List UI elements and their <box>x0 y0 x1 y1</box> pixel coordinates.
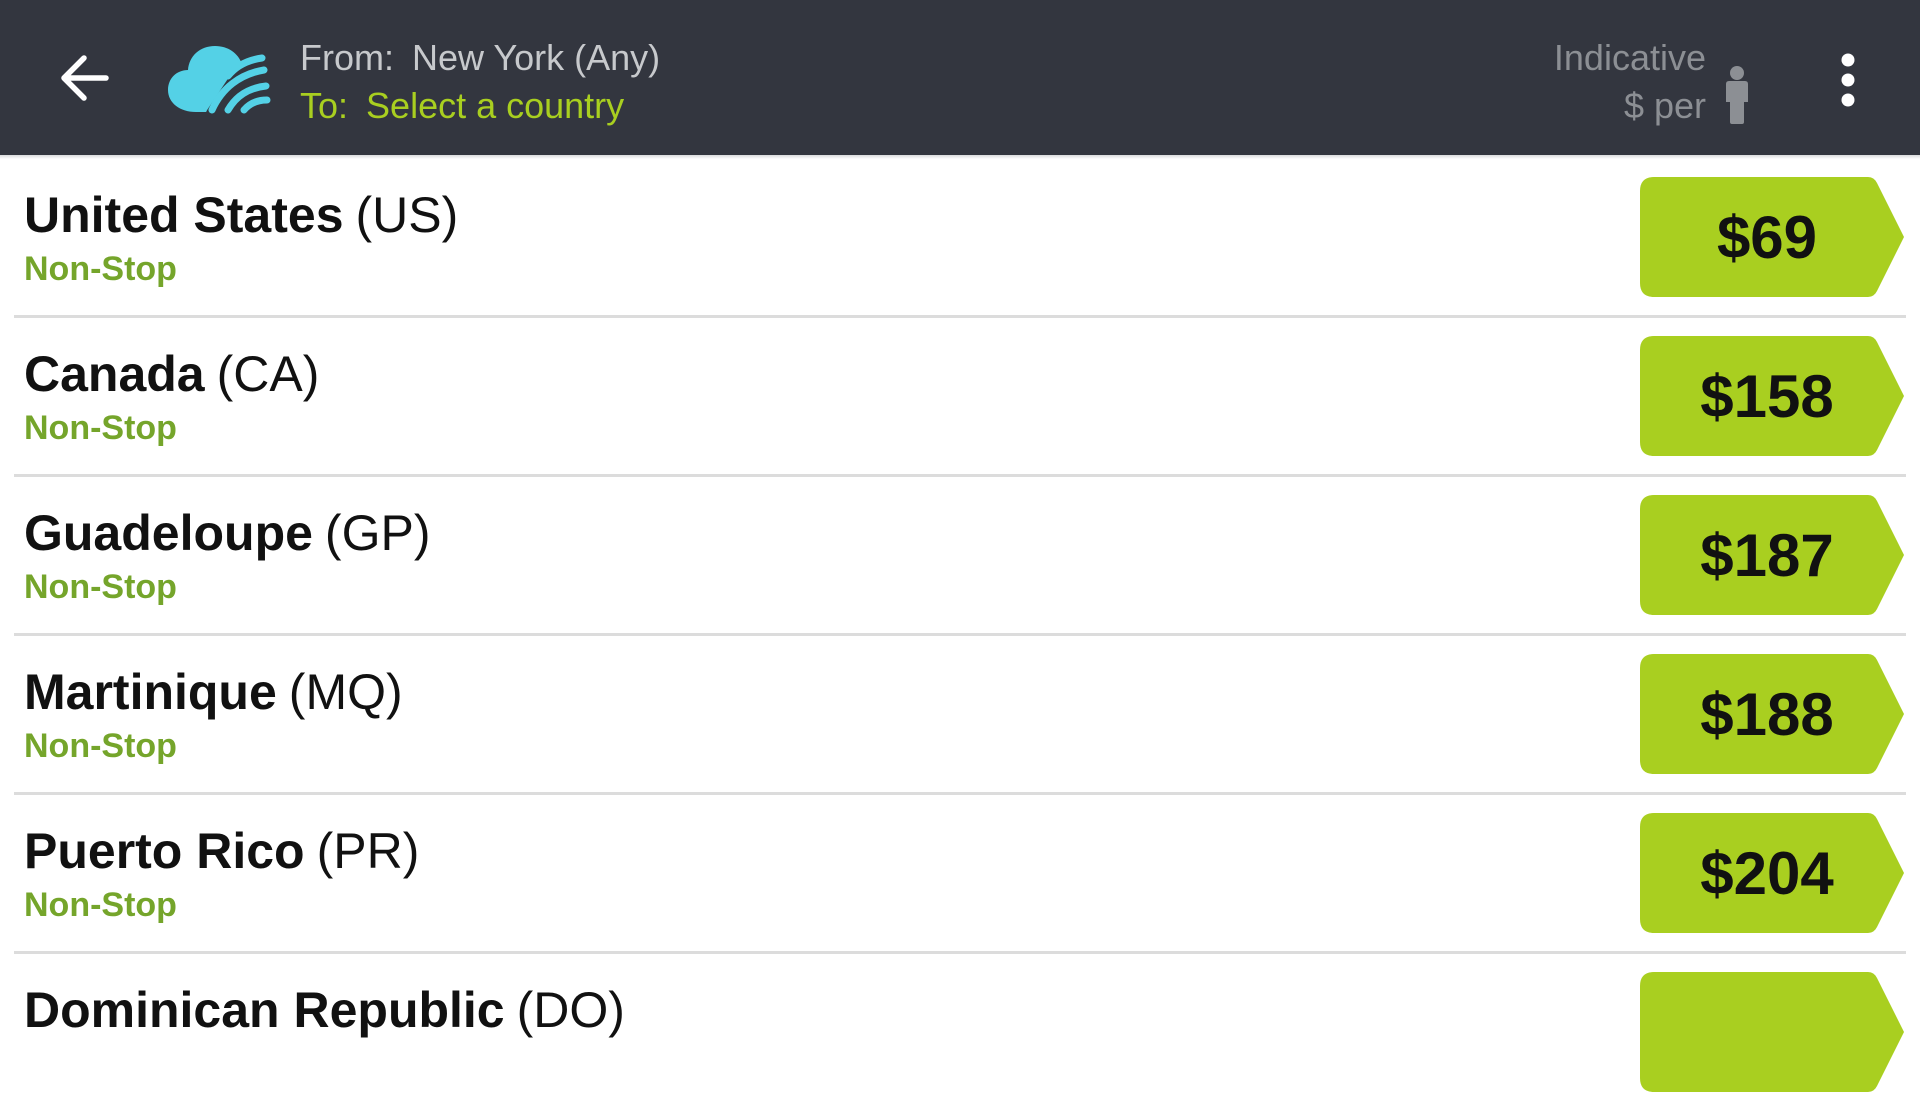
indicative-line-2: $ per <box>1623 85 1706 126</box>
country-code: (PR) <box>316 823 420 879</box>
route-summary: From: New York (Any) To: Select a country <box>300 34 660 130</box>
price-tag[interactable] <box>1640 972 1906 1092</box>
arrow-back-icon <box>61 55 109 101</box>
country-code: (MQ) <box>288 664 403 720</box>
country-name: Canada <box>24 346 205 402</box>
price-value: $187 <box>1700 521 1834 589</box>
list-item[interactable]: United States (US) Non-Stop $69 <box>0 159 1920 318</box>
price-value: $158 <box>1700 362 1834 430</box>
price-tag[interactable]: $204 <box>1640 813 1906 933</box>
to-label: To: <box>300 85 349 126</box>
list-item[interactable]: Martinique (MQ) Non-Stop $188 <box>0 636 1920 795</box>
list-item[interactable]: Canada (CA) Non-Stop $158 <box>0 318 1920 477</box>
list-item[interactable]: Puerto Rico (PR) Non-Stop $204 <box>0 795 1920 954</box>
app-bar: From: New York (Any) To: Select a country … <box>0 0 1920 155</box>
price-value: $188 <box>1700 680 1834 748</box>
destination-name: United States (US) <box>24 185 458 245</box>
list-item[interactable]: Guadeloupe (GP) Non-Stop $187 <box>0 477 1920 636</box>
skyscanner-cloud-logo <box>168 46 271 114</box>
country-code: (CA) <box>216 346 320 402</box>
from-value: New York (Any) <box>412 37 661 78</box>
from-line[interactable]: From: New York (Any) <box>300 34 660 82</box>
more-options-button[interactable] <box>1818 40 1878 120</box>
from-label: From: <box>300 37 394 78</box>
more-vertical-icon <box>1841 53 1855 107</box>
price-tag[interactable]: $188 <box>1640 654 1906 774</box>
price-tag[interactable]: $187 <box>1640 495 1906 615</box>
destination-name: Guadeloupe (GP) <box>24 503 430 563</box>
stops-label: Non-Stop <box>24 886 177 924</box>
stops-label: Non-Stop <box>24 727 177 765</box>
country-name: United States <box>24 187 344 243</box>
to-value: Select a country <box>366 85 625 126</box>
country-code: (DO) <box>516 982 625 1038</box>
back-button[interactable] <box>44 38 124 118</box>
list-item[interactable]: Dominican Republic (DO) <box>0 954 1920 1113</box>
price-tag[interactable]: $158 <box>1640 336 1906 456</box>
country-name: Guadeloupe <box>24 505 313 561</box>
country-code: (GP) <box>324 505 431 561</box>
destination-name: Puerto Rico (PR) <box>24 821 419 881</box>
price-value: $69 <box>1716 203 1818 271</box>
country-name: Dominican Republic <box>24 982 505 1038</box>
stops-label: Non-Stop <box>24 409 177 447</box>
person-icon <box>1726 66 1748 124</box>
stops-label: Non-Stop <box>24 250 177 288</box>
destination-name: Dominican Republic (DO) <box>24 980 625 1040</box>
price-value <box>1640 972 1894 1092</box>
destination-name: Martinique (MQ) <box>24 662 403 722</box>
indicative-line-1: Indicative <box>1553 37 1706 78</box>
stops-label: Non-Stop <box>24 568 177 606</box>
to-line[interactable]: To: Select a country <box>300 82 660 130</box>
country-name: Martinique <box>24 664 277 720</box>
country-code: (US) <box>355 187 459 243</box>
price-value: $204 <box>1700 839 1834 907</box>
indicative-price-note: Indicative $ per <box>1554 34 1706 130</box>
destination-name: Canada (CA) <box>24 344 319 404</box>
destination-list: United States (US) Non-Stop $69 Canada (CA… <box>0 159 1920 1113</box>
country-name: Puerto Rico <box>24 823 305 879</box>
price-tag[interactable]: $69 <box>1640 177 1906 297</box>
